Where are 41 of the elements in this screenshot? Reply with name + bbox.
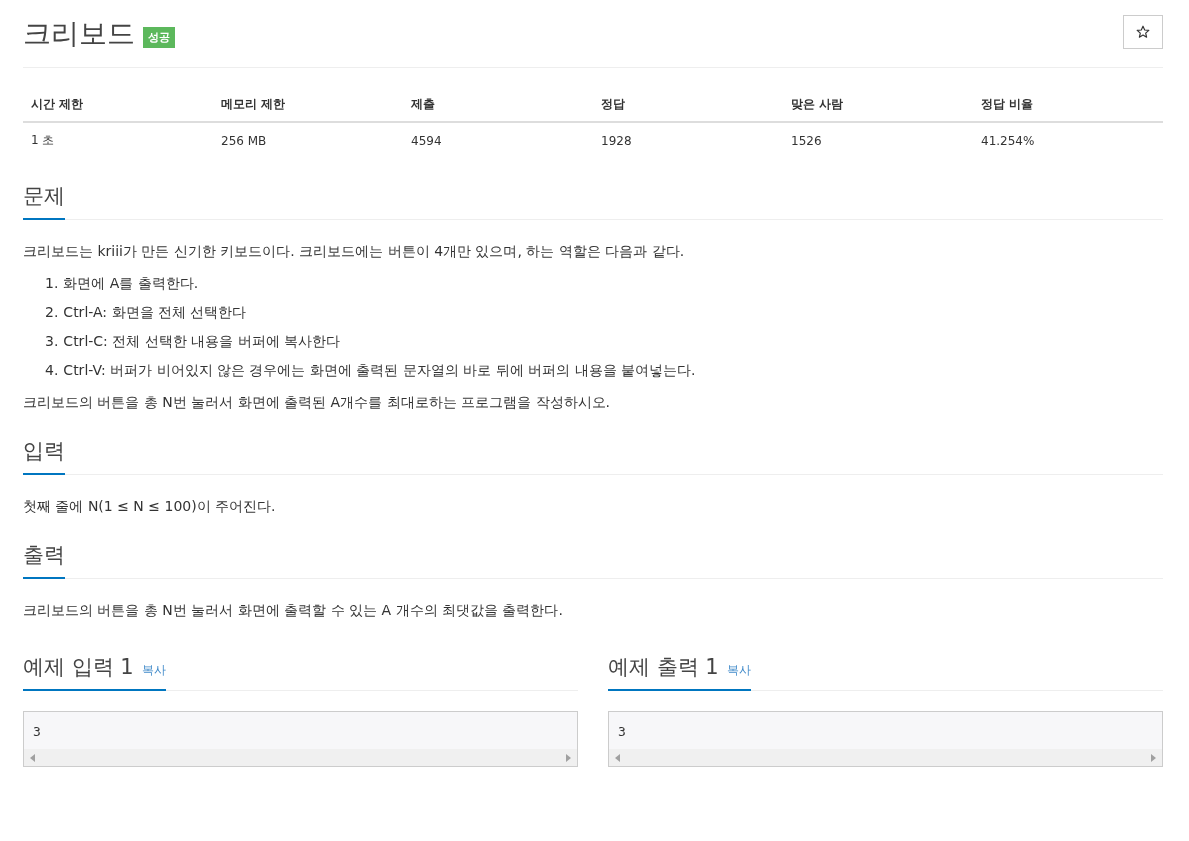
- paragraph: 크리보드의 버튼을 총 N번 눌러서 화면에 출력할 수 있는 A 개수의 최댓값을 출력한다.: [23, 601, 564, 620]
- section-heading: 예제 출력 1: [608, 654, 719, 681]
- section-heading: 예제 입력 1: [23, 654, 134, 681]
- section-heading: 출력: [23, 535, 65, 579]
- paragraph: 크리보드의 버튼을 총 N번 눌러서 화면에 출력된 A개수를 최대로하는 프로그램을 작성하시오.: [23, 393, 611, 412]
- copy-link[interactable]: 복사: [726, 662, 751, 679]
- table-cell: 41.254%: [973, 122, 1163, 158]
- paragraph: 크리보드는 kriii가 만든 신기한 키보드이다. 크리보드에는 버튼이 4개만 있으며, 하는 역할은 다음과 같다.: [23, 242, 686, 261]
- column-header: 정답 비율: [973, 88, 1163, 122]
- list-item: Ctrl-V: 버퍼가 비어있지 않은 경우에는 화면에 출력된 문자열의 바로 뒤에 버퍼의 내용을 붙여넣는다.: [63, 361, 696, 380]
- list-number: 1.: [45, 274, 59, 293]
- copy-link[interactable]: 복사: [141, 662, 166, 679]
- table-cell: 1526: [783, 122, 973, 158]
- section-heading: 문제: [23, 176, 65, 220]
- column-header: 맞은 사람: [783, 88, 973, 122]
- table-cell: 4594: [403, 122, 593, 158]
- list-number: 2.: [45, 303, 59, 322]
- column-header: 제출: [403, 88, 593, 122]
- sample-text: 3: [32, 723, 42, 741]
- list-item: Ctrl-A: 화면을 전체 선택한다: [63, 303, 247, 322]
- star-icon: [1136, 25, 1150, 39]
- table-cell: 1 초: [23, 122, 213, 158]
- list-number: 4.: [45, 361, 59, 380]
- section-heading: 입력: [23, 431, 65, 475]
- list-number: 3.: [45, 332, 59, 351]
- list-item: Ctrl-C: 전체 선택한 내용을 버퍼에 복사한다: [63, 332, 341, 351]
- favorite-button[interactable]: [1123, 15, 1163, 49]
- column-header: 메모리 제한: [213, 88, 403, 122]
- problem-title: 크리보드: [23, 17, 135, 51]
- scroll-right-icon[interactable]: [1150, 753, 1156, 762]
- paragraph: 첫째 줄에 N(1 ≤ N ≤ 100)이 주어진다.: [23, 497, 277, 516]
- column-header: 정답: [593, 88, 783, 122]
- list-item: 화면에 A를 출력한다.: [63, 274, 199, 293]
- sample-text: 3: [617, 723, 627, 741]
- table-cell: 1928: [593, 122, 783, 158]
- scroll-left-icon[interactable]: [30, 753, 36, 762]
- status-badge: 성공: [143, 26, 175, 48]
- scroll-left-icon[interactable]: [615, 753, 621, 762]
- table-cell: 256 MB: [213, 122, 403, 158]
- scroll-right-icon[interactable]: [565, 753, 571, 762]
- column-header: 시간 제한: [23, 88, 213, 122]
